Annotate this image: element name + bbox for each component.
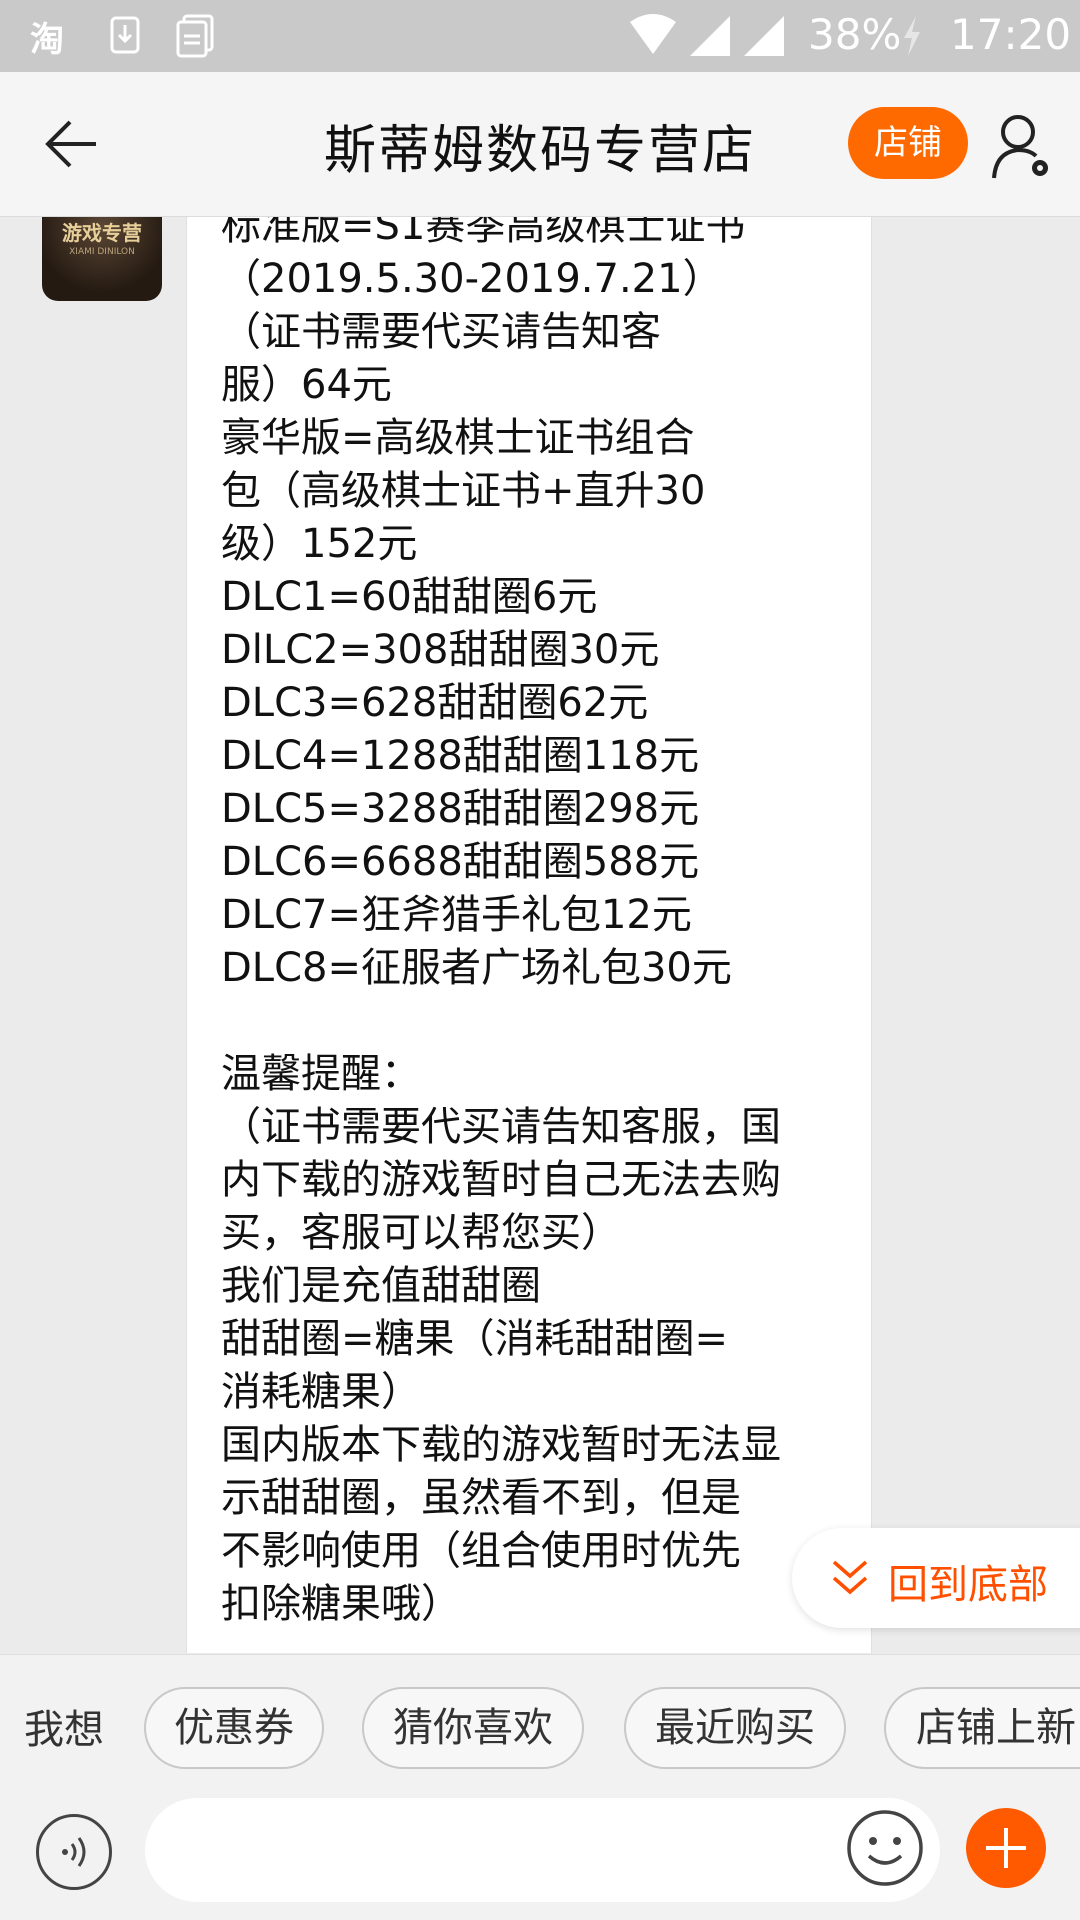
- more-button[interactable]: [966, 1808, 1046, 1888]
- chat-area[interactable]: 游戏专营 XIAMI DINILON 标准版=S1赛季高级棋士证书 （2019.5…: [0, 217, 1080, 1653]
- scroll-to-bottom-button[interactable]: 回到底部: [792, 1528, 1080, 1628]
- signal-icon-2: [744, 16, 784, 56]
- message-line: 温馨提醒：: [221, 1051, 421, 1097]
- input-bar: [0, 1790, 1080, 1920]
- message-line: [221, 995, 861, 1048]
- quick-phrase-label: 我想: [24, 1707, 104, 1753]
- scroll-to-bottom-label: 回到底部: [888, 1562, 1048, 1608]
- message-line: 我们是充值甜甜圈: [221, 1263, 541, 1309]
- message-text: 标准版=S1赛季高级棋士证书 （2019.5.30-2019.7.21） （证书需要…: [221, 217, 861, 1631]
- message-line: DLC1=60甜甜圈6元: [221, 574, 598, 620]
- double-chevron-down-icon: [832, 1560, 868, 1595]
- chat-header: 斯蒂姆数码专营店 店铺: [0, 72, 1080, 217]
- message-line: DLC4=1288甜甜圈118元: [221, 733, 700, 779]
- voice-wave-icon: [62, 1837, 86, 1867]
- wifi-icon: [630, 14, 676, 54]
- download-icon: [110, 16, 140, 54]
- message-line: DlLC2=308甜甜圈30元: [221, 627, 660, 673]
- message-line: DLC3=628甜甜圈62元: [221, 680, 649, 726]
- message-line: 豪华版=高级棋士证书组合: [221, 415, 695, 461]
- signal-icon: [690, 16, 730, 56]
- message-line: 标准版=S1赛季高级棋士证书: [221, 217, 746, 249]
- clock: 17:20: [950, 10, 1072, 59]
- message-line: 甜甜圈=糖果（消耗甜甜圈=: [221, 1316, 729, 1362]
- quick-phrase-bar: 我想 优惠券 猜你喜欢 最近购买 店铺上新: [0, 1654, 1080, 1791]
- taobao-app-icon: 淘: [30, 20, 64, 60]
- avatar-label: 游戏专营: [62, 221, 142, 245]
- message-line: 内下载的游戏暂时自己无法去购: [221, 1157, 781, 1203]
- plus-icon: [986, 1828, 1026, 1868]
- message-line: 服）64元: [221, 362, 392, 408]
- chip-coupon[interactable]: 优惠券: [144, 1687, 324, 1769]
- message-line: （2019.5.30-2019.7.21）: [221, 256, 723, 302]
- message-line: DLC7=狂斧猎手礼包12元: [221, 892, 692, 938]
- avatar-sublabel: XIAMI DINILON: [69, 247, 135, 257]
- message-line: 买，客服可以帮您买）: [221, 1210, 621, 1256]
- charging-icon: [904, 16, 920, 56]
- message-input[interactable]: [145, 1798, 940, 1902]
- chip-new-arrivals[interactable]: 店铺上新: [884, 1687, 1080, 1769]
- chip-recent-purchase[interactable]: 最近购买: [624, 1687, 846, 1769]
- message-line: DLC5=3288甜甜圈298元: [221, 786, 700, 832]
- message-line: 级）152元: [221, 521, 418, 567]
- emoji-icon[interactable]: [845, 1808, 925, 1888]
- store-button[interactable]: 店铺: [848, 107, 968, 179]
- shop-avatar[interactable]: 游戏专营 XIAMI DINILON: [42, 217, 162, 301]
- message-line: 包（高级棋士证书+直升30: [221, 468, 706, 514]
- message-line: 示甜甜圈，虽然看不到，但是: [221, 1475, 741, 1521]
- message-bubble[interactable]: 标准版=S1赛季高级棋士证书 （2019.5.30-2019.7.21） （证书需要…: [186, 217, 872, 1653]
- message-line: DLC8=征服者广场礼包30元: [221, 945, 732, 991]
- voice-button[interactable]: [36, 1814, 112, 1890]
- document-icon: [176, 14, 214, 58]
- status-bar: 淘 38% 17:20: [0, 0, 1080, 72]
- battery-percent: 38%: [808, 10, 902, 59]
- message-line: DLC6=6688甜甜圈588元: [221, 839, 700, 885]
- message-line: 扣除糖果哦）: [221, 1581, 461, 1627]
- message-line: （证书需要代买请告知客: [221, 309, 661, 355]
- message-line: 国内版本下载的游戏暂时无法显: [221, 1422, 781, 1468]
- message-line: （证书需要代买请告知客服，国: [221, 1104, 781, 1150]
- message-line: 不影响使用（组合使用时优先: [221, 1528, 741, 1574]
- message-line: 消耗糖果）: [221, 1369, 421, 1415]
- user-settings-icon[interactable]: [990, 112, 1054, 182]
- chip-recommend[interactable]: 猜你喜欢: [362, 1687, 584, 1769]
